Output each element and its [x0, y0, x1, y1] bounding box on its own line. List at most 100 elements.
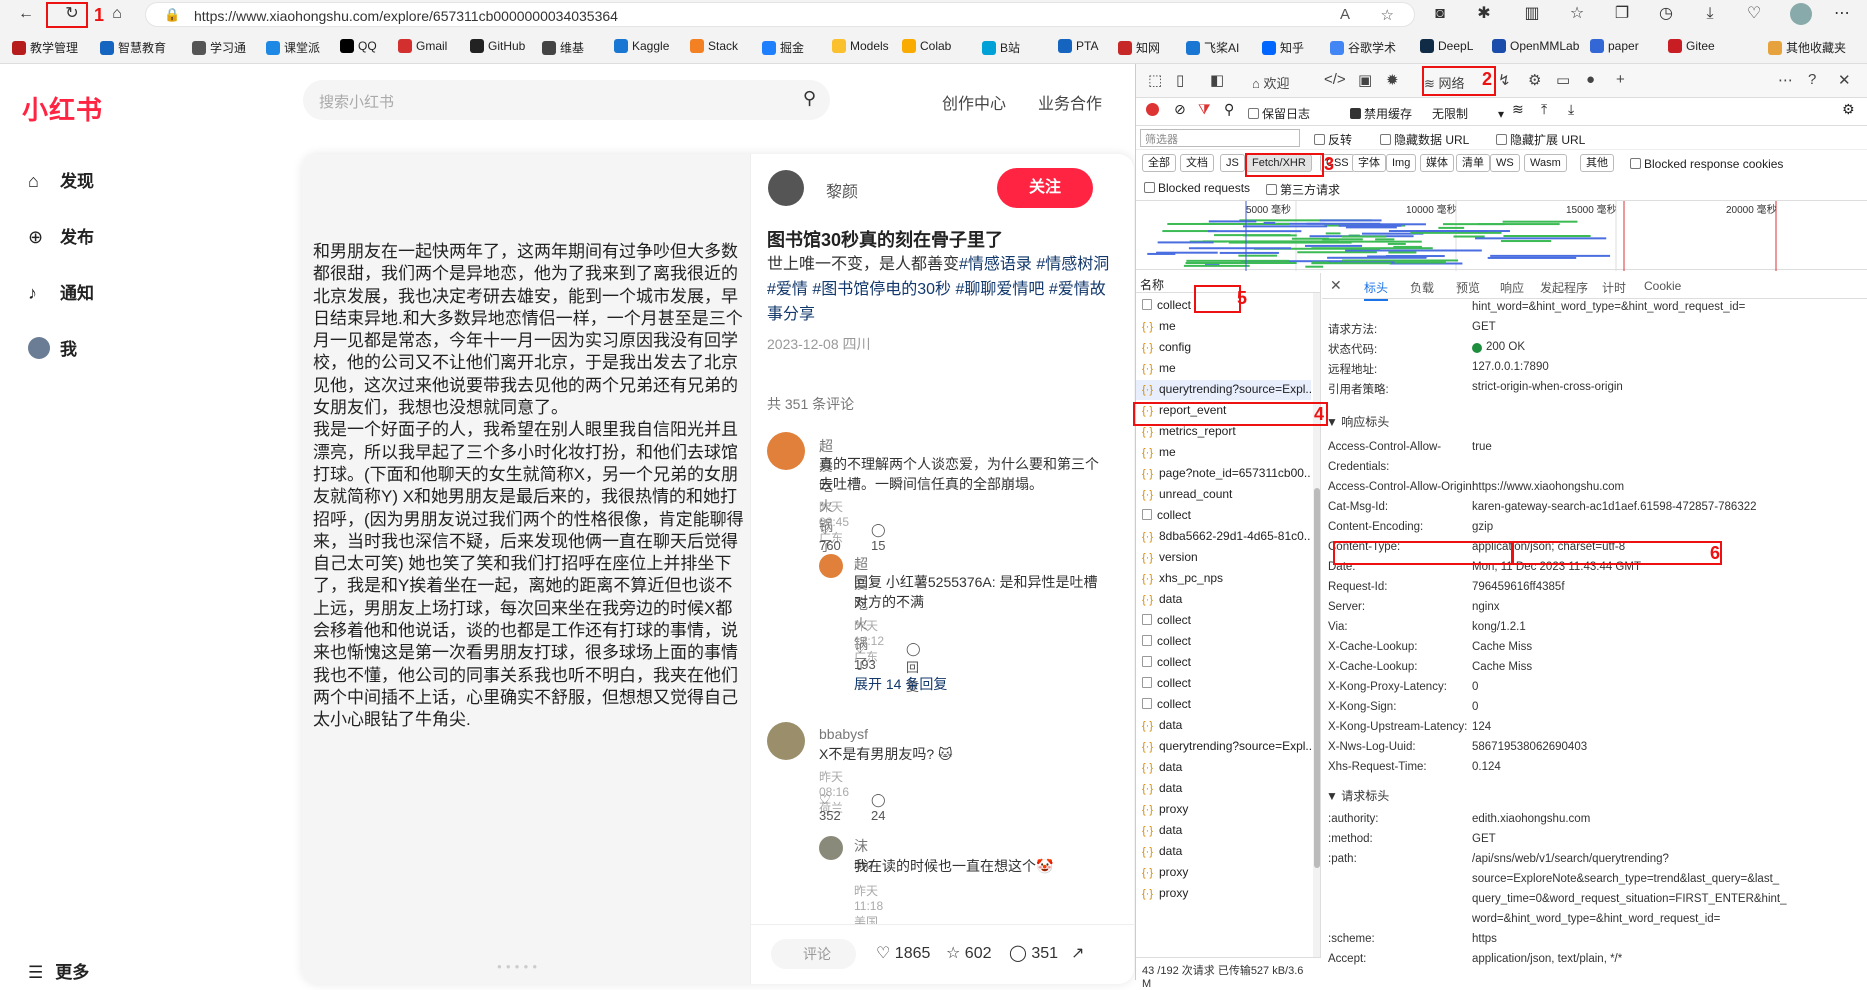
help-icon[interactable]: ?: [1808, 71, 1816, 88]
request-row[interactable]: collect: [1136, 506, 1311, 526]
commenter-avatar[interactable]: [819, 836, 843, 860]
type-filter-9[interactable]: WS: [1490, 154, 1520, 172]
bookmark-item[interactable]: 掘金: [762, 39, 804, 56]
blocked-cookies-checkbox[interactable]: Blocked response cookies: [1630, 157, 1783, 171]
favorites-icon[interactable]: ☆: [1565, 3, 1589, 25]
comment-like-button[interactable]: ♡ 193: [854, 641, 876, 672]
upload-icon[interactable]: ⤒: [1541, 101, 1547, 118]
comment-reply-button[interactable]: ◯ 15: [871, 522, 886, 553]
type-filter-3[interactable]: Fetch/XHR: [1246, 154, 1312, 172]
network-conditions-icon[interactable]: ≋: [1512, 101, 1524, 118]
close-icon[interactable]: ✕: [1838, 71, 1851, 89]
invert-checkbox[interactable]: 反转: [1314, 131, 1352, 148]
bookmark-item[interactable]: 知网: [1118, 39, 1160, 56]
type-filter-5[interactable]: 字体: [1352, 154, 1386, 172]
request-row[interactable]: {·} config: [1136, 338, 1311, 358]
request-row[interactable]: collect: [1136, 296, 1311, 316]
request-row[interactable]: {·} xhs_pc_nps: [1136, 569, 1311, 589]
performance-tab-icon[interactable]: ↯: [1498, 71, 1511, 89]
request-row[interactable]: {·} 8dba5662-29d1-4d65-81c0...: [1136, 527, 1311, 547]
throttle-select[interactable]: 无限制 ▾: [1432, 105, 1504, 122]
bookmark-item[interactable]: 知乎: [1262, 39, 1304, 56]
request-row[interactable]: {·} data: [1136, 821, 1311, 841]
preserve-log-checkbox[interactable]: 保留日志: [1248, 105, 1310, 122]
request-row[interactable]: {·} querytrending?source=Expl...: [1136, 380, 1311, 400]
application-tab-icon[interactable]: ▭: [1556, 71, 1570, 89]
type-filter-7[interactable]: 媒体: [1420, 154, 1454, 172]
bookmark-item[interactable]: GitHub: [470, 39, 525, 53]
request-row[interactable]: collect: [1136, 632, 1311, 652]
bookmark-item[interactable]: Colab: [902, 39, 951, 53]
request-row[interactable]: collect: [1136, 653, 1311, 673]
site-logo[interactable]: 小红书: [22, 90, 103, 127]
type-filter-6[interactable]: Img: [1386, 154, 1417, 172]
tab-welcome[interactable]: ⌂ 欢迎: [1252, 73, 1290, 92]
bookmark-item[interactable]: 智慧教育: [100, 39, 166, 56]
comment-stat[interactable]: ◯ 351: [1009, 943, 1058, 963]
add-tab-icon[interactable]: +: [1616, 71, 1625, 88]
performance-icon[interactable]: ♡: [1742, 3, 1766, 25]
detail-tab-4[interactable]: 发起程序: [1540, 279, 1588, 296]
hide-data-url-checkbox[interactable]: 隐藏数据 URL: [1380, 131, 1469, 148]
request-row[interactable]: {·} unread_count: [1136, 485, 1311, 505]
detail-tab-2[interactable]: 预览: [1456, 279, 1480, 296]
read-aloud-icon[interactable]: A: [1340, 6, 1350, 23]
profile-avatar[interactable]: [1790, 3, 1812, 25]
commenter-avatar[interactable]: [767, 432, 805, 470]
collections-icon[interactable]: ❐: [1610, 3, 1634, 25]
disable-cache-checkbox[interactable]: 禁用缓存: [1350, 105, 1412, 122]
nav-business[interactable]: 业务合作: [1038, 90, 1102, 114]
console-tab-icon[interactable]: ▣: [1358, 71, 1372, 89]
follow-button[interactable]: 关注: [997, 168, 1093, 208]
address-bar[interactable]: 🔒 https://www.xiaohongshu.com/explore/65…: [145, 2, 1415, 27]
bookmark-item[interactable]: 课堂派: [266, 39, 320, 56]
comment-reply-button[interactable]: ◯ 24: [871, 792, 886, 823]
list-header[interactable]: 名称: [1136, 273, 1320, 293]
comment-input[interactable]: 评论: [771, 939, 856, 969]
response-headers-section[interactable]: ▼ 响应标头: [1326, 413, 1389, 430]
request-list-scrollbar[interactable]: [1313, 293, 1320, 973]
bookmark-item[interactable]: 学习通: [192, 39, 246, 56]
download-icon[interactable]: ⤓: [1568, 101, 1574, 118]
request-row[interactable]: {·} me: [1136, 359, 1311, 379]
back-icon[interactable]: ←: [14, 3, 38, 25]
commenter-name[interactable]: bbabysf: [819, 726, 868, 742]
star-stat[interactable]: ☆ 602: [946, 943, 992, 963]
inspect-icon[interactable]: ⬚: [1148, 71, 1162, 89]
bookmark-item[interactable]: 谷歌学术: [1330, 39, 1396, 56]
bookmark-item[interactable]: 教学管理: [12, 39, 78, 56]
search-icon[interactable]: ⚲: [1224, 101, 1234, 118]
detail-tab-0[interactable]: 标头: [1364, 279, 1389, 301]
history-icon[interactable]: ◷: [1654, 3, 1678, 25]
filter-icon[interactable]: ⧩: [1198, 101, 1211, 118]
request-row[interactable]: {·} page?note_id=657311cb00...: [1136, 464, 1311, 484]
favorite-star-icon[interactable]: ☆: [1381, 6, 1394, 24]
settings-gear-icon[interactable]: ⚙: [1528, 71, 1541, 89]
sidebar-item-more[interactable]: ☰ 更多: [28, 958, 89, 983]
device-toggle-icon[interactable]: ▯: [1176, 71, 1184, 89]
request-headers-section[interactable]: ▼ 请求标头: [1326, 787, 1389, 804]
request-row[interactable]: {·} querytrending?source=Expl...: [1136, 737, 1311, 757]
request-row[interactable]: {·} proxy: [1136, 800, 1311, 820]
elements-tab-icon[interactable]: </>: [1324, 71, 1346, 88]
search-box[interactable]: 搜索小红书 ⚲: [303, 80, 830, 120]
detail-tab-5[interactable]: 计时: [1602, 279, 1626, 296]
close-icon[interactable]: ✕: [1330, 277, 1342, 294]
commenter-avatar[interactable]: [767, 722, 805, 760]
request-row[interactable]: {·} data: [1136, 716, 1311, 736]
bookmark-item[interactable]: B站: [982, 39, 1020, 56]
bookmark-item[interactable]: 其他收藏夹: [1768, 39, 1846, 56]
clear-icon[interactable]: ⊘: [1174, 101, 1186, 118]
download-icon[interactable]: ⤓: [1698, 3, 1722, 25]
request-row[interactable]: {·} me: [1136, 317, 1311, 337]
author-avatar[interactable]: [768, 170, 804, 206]
cookie-icon[interactable]: ●: [1586, 71, 1595, 88]
comment-like-button[interactable]: ♡ 352: [819, 792, 841, 823]
author-name[interactable]: 黎颜: [826, 178, 858, 202]
type-filter-11[interactable]: 其他: [1580, 154, 1614, 172]
reload-icon[interactable]: ↻: [60, 3, 84, 25]
type-filter-0[interactable]: 全部: [1142, 154, 1176, 172]
bookmark-item[interactable]: Gitee: [1668, 39, 1715, 53]
record-button[interactable]: [1146, 103, 1159, 116]
request-row[interactable]: {·} me: [1136, 443, 1311, 463]
